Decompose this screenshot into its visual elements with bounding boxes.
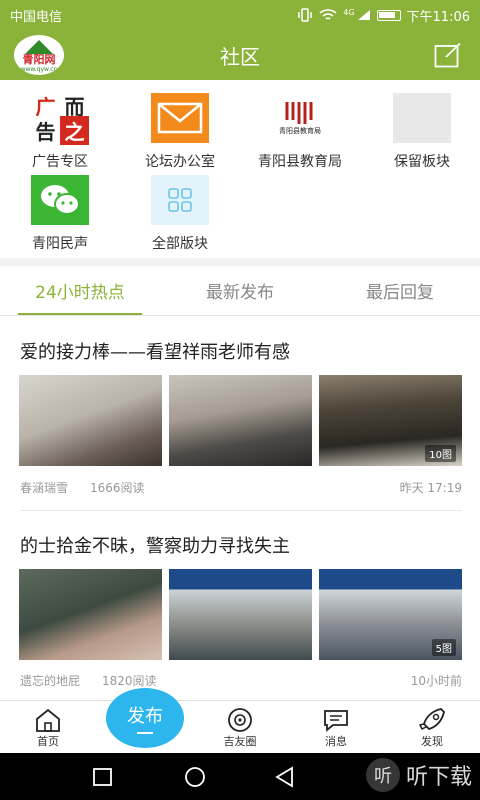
grid-icon bbox=[151, 175, 209, 225]
watermark: 听 听下载 bbox=[365, 758, 472, 792]
clock: 下午11:06 bbox=[406, 9, 470, 25]
feed-tabs: 24小时热点 最新发布 最后回复 bbox=[0, 266, 480, 316]
board-qingyang-voice[interactable]: 青阳民声 bbox=[0, 175, 120, 253]
board-grid: 广 而 告 之 广告专区 论坛办公室 青阳县教育局 青阳县教育局 保留板块 青阳… bbox=[0, 80, 480, 258]
vibrate-icon bbox=[298, 8, 312, 22]
app-header: 青阳网 www.qyw.cn 社区 bbox=[0, 30, 480, 80]
board-label: 青阳县教育局 bbox=[258, 154, 342, 170]
board-education-bureau[interactable]: 青阳县教育局 青阳县教育局 bbox=[240, 93, 360, 171]
post-image[interactable] bbox=[19, 375, 162, 466]
post-item[interactable]: 爱的接力棒——看望祥雨老师有感 10图 春涵瑞雪 1666阅读 昨天 17:19 bbox=[0, 316, 480, 510]
post-author: 春涵瑞雪 bbox=[20, 481, 69, 495]
image-count-badge: 5图 bbox=[431, 639, 456, 656]
board-label: 保留板块 bbox=[394, 154, 450, 170]
post-image[interactable] bbox=[169, 375, 312, 466]
tab-24h-hot[interactable]: 24小时热点 bbox=[0, 266, 160, 315]
post-feed: 爱的接力棒——看望祥雨老师有感 10图 春涵瑞雪 1666阅读 昨天 17:19… bbox=[0, 316, 480, 700]
tab-last-reply[interactable]: 最后回复 bbox=[320, 266, 480, 315]
site-logo[interactable]: 青阳网 www.qyw.cn bbox=[14, 35, 64, 75]
status-indicators: 4G 下午11:06 bbox=[297, 6, 470, 25]
ad-glyph-3: 告 bbox=[31, 116, 60, 145]
logo-subtext: www.qyw.cn bbox=[20, 65, 58, 73]
message-icon bbox=[324, 710, 348, 732]
board-all-sections[interactable]: 全部版块 bbox=[120, 175, 240, 253]
post-title[interactable]: 爱的接力棒——看望祥雨老师有感 bbox=[20, 338, 290, 364]
education-bureau-icon: 青阳县教育局 bbox=[271, 93, 329, 143]
board-forum-office[interactable]: 论坛办公室 bbox=[120, 93, 240, 171]
ad-glyph-4: 之 bbox=[60, 116, 89, 145]
ad-zone-icon: 广 而 告 之 bbox=[31, 91, 89, 145]
mail-icon bbox=[151, 93, 209, 143]
nav-discover[interactable]: 发现 bbox=[402, 707, 462, 749]
board-label: 青阳民声 bbox=[32, 236, 88, 252]
watermark-logo-icon: 听 bbox=[365, 758, 400, 792]
post-thumbnails: 5图 bbox=[19, 569, 462, 660]
post-time: 10小时前 bbox=[410, 674, 462, 688]
post-meta: 春涵瑞雪 1666阅读 昨天 17:19 bbox=[20, 479, 462, 496]
nav-friends-label: 吉友圈 bbox=[223, 735, 257, 748]
status-bar: 中国电信 4G 下午11:06 bbox=[0, 0, 480, 30]
publish-underline bbox=[137, 732, 153, 734]
nav-friends[interactable]: 吉友圈 bbox=[210, 707, 270, 749]
post-thumbnails: 10图 bbox=[19, 375, 462, 466]
recent-apps-icon[interactable] bbox=[92, 766, 114, 788]
wechat-icon bbox=[31, 175, 89, 225]
placeholder-icon bbox=[393, 93, 451, 143]
logo-mountain-icon bbox=[25, 39, 53, 54]
publish-label: 发布 bbox=[127, 706, 163, 727]
nav-home-label: 首页 bbox=[37, 735, 59, 748]
nav-messages-label: 消息 bbox=[325, 735, 347, 748]
page-title: 社区 bbox=[220, 44, 260, 69]
board-reserved[interactable]: 保留板块 bbox=[362, 93, 480, 171]
post-meta: 遗忘的地屁 1820阅读 10小时前 bbox=[20, 672, 462, 689]
back-icon[interactable] bbox=[274, 766, 296, 788]
post-read-count: 1666阅读 bbox=[90, 481, 145, 495]
battery-icon bbox=[376, 9, 401, 21]
bottom-nav: 首页 吉友圈 消息 发现 bbox=[0, 700, 480, 753]
carrier-label: 中国电信 bbox=[10, 9, 63, 25]
network-type: 4G bbox=[343, 7, 355, 17]
logo-text: 青阳网 bbox=[22, 52, 56, 66]
education-logo-caption: 青阳县教育局 bbox=[279, 127, 321, 135]
friends-circle-icon bbox=[228, 708, 252, 732]
compose-icon[interactable] bbox=[434, 42, 462, 68]
board-label: 广告专区 bbox=[32, 154, 88, 170]
post-image[interactable] bbox=[169, 569, 312, 660]
post-image[interactable] bbox=[19, 569, 162, 660]
board-label: 论坛办公室 bbox=[145, 154, 215, 170]
image-count-badge: 10图 bbox=[425, 445, 456, 462]
board-ad-zone[interactable]: 广 而 告 之 广告专区 bbox=[0, 91, 120, 171]
post-time: 昨天 17:19 bbox=[399, 481, 462, 495]
publish-button[interactable]: 发布 bbox=[106, 688, 184, 748]
post-title[interactable]: 的士拾金不昧，警察助力寻找失主 bbox=[20, 532, 290, 558]
nav-home[interactable]: 首页 bbox=[18, 707, 78, 749]
post-read-count: 1820阅读 bbox=[102, 674, 157, 688]
nav-discover-label: 发现 bbox=[421, 735, 443, 748]
home-circle-icon[interactable] bbox=[183, 766, 207, 790]
post-item[interactable]: 的士拾金不昧，警察助力寻找失主 5图 遗忘的地屁 1820阅读 10小时前 bbox=[0, 511, 480, 700]
rocket-icon bbox=[418, 708, 445, 731]
board-label: 全部版块 bbox=[152, 236, 208, 252]
nav-messages[interactable]: 消息 bbox=[306, 707, 366, 749]
post-image[interactable]: 10图 bbox=[319, 375, 462, 466]
wifi-icon bbox=[319, 9, 337, 20]
signal-icon bbox=[357, 10, 370, 20]
post-image[interactable]: 5图 bbox=[319, 569, 462, 660]
post-author: 遗忘的地屁 bbox=[20, 674, 81, 688]
home-icon bbox=[36, 708, 60, 732]
tab-latest[interactable]: 最新发布 bbox=[160, 266, 320, 315]
watermark-text: 听下载 bbox=[405, 765, 472, 790]
